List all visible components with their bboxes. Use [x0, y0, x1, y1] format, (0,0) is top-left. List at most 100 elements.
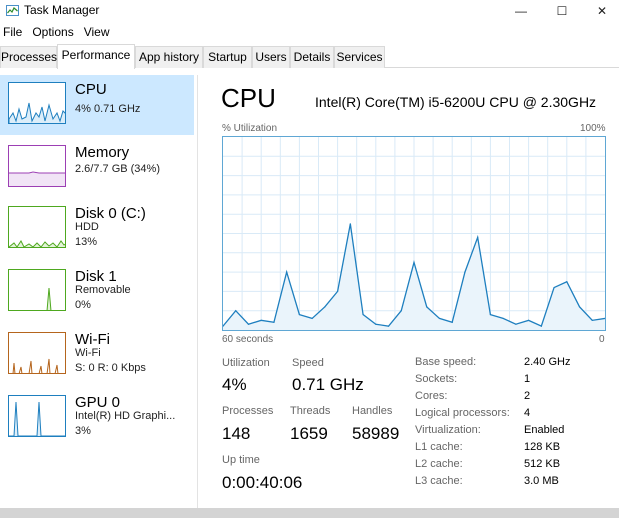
speed-value: 0.71 GHz [292, 375, 364, 394]
resource-name: Memory [75, 144, 130, 161]
cpu-data-point [566, 281, 568, 283]
spec-label: Cores: [415, 390, 448, 402]
cpu-data-point [528, 319, 530, 321]
cpu-data-point [235, 310, 237, 312]
tab-details[interactable]: Details [290, 46, 334, 68]
tab-processes[interactable]: Processes [0, 46, 57, 68]
cpu-data-point [591, 319, 593, 321]
resource-name: Wi-Fi [75, 331, 110, 348]
resource-disk-1[interactable]: Disk 1 Removable 0% [0, 262, 194, 322]
tab-startup[interactable]: Startup [203, 46, 252, 68]
resource-gpu-0[interactable]: GPU 0 Intel(R) HD Graphi... 3% [0, 388, 194, 448]
spec-label: L2 cache: [415, 458, 463, 470]
tab-users[interactable]: Users [252, 46, 290, 68]
disk0-thumbnail-graph [8, 206, 66, 248]
resource-detail: HDD [75, 221, 99, 233]
memory-thumbnail-graph [8, 145, 66, 187]
uptime-value: 0:00:40:06 [222, 473, 303, 492]
cpu-model-name: Intel(R) Core(TM) i5-6200U CPU @ 2.30GHz [315, 94, 597, 110]
handles-value: 58989 [352, 424, 400, 443]
cpu-data-point [489, 313, 491, 316]
graph-y-label: % Utilization [222, 123, 278, 134]
tab-performance[interactable]: Performance [57, 44, 135, 69]
processes-value: 148 [222, 424, 251, 443]
resource-name: GPU 0 [75, 394, 121, 411]
window-title: Task Manager [24, 3, 100, 17]
cpu-data-point [311, 317, 313, 320]
close-button[interactable]: ✕ [583, 0, 619, 22]
processes-label: Processes [222, 405, 274, 417]
spec-value: 512 KB [524, 458, 561, 470]
uptime-label: Up time [222, 454, 260, 466]
cpu-data-point [273, 321, 275, 323]
cpu-data-point [349, 223, 351, 225]
spec-value: Enabled [524, 424, 565, 436]
resource-detail: Wi-Fi [75, 347, 101, 359]
cpu-data-point [426, 306, 428, 308]
resource-disk-0[interactable]: Disk 0 (C:) HDD 13% [0, 199, 194, 259]
resource-detail: 0% [75, 299, 91, 311]
speed-label: Speed [292, 357, 324, 369]
cpu-data-point [286, 271, 288, 273]
resource-detail: 4% 0.71 GHz [75, 103, 141, 115]
menu-view[interactable]: View [79, 24, 115, 42]
title-bar: Task Manager — ☐ ✕ [0, 0, 619, 22]
tab-bar: Processes Performance App history Startu… [0, 44, 619, 69]
graph-x-label: 60 seconds [222, 334, 274, 345]
menu-file[interactable]: File [0, 24, 27, 42]
cpu-data-point [477, 236, 479, 238]
spec-label: L1 cache: [415, 441, 463, 453]
threads-value: 1659 [290, 424, 328, 443]
task-manager-icon [6, 5, 19, 16]
spec-value: 1 [524, 373, 531, 385]
disk1-thumbnail-graph [8, 269, 66, 311]
cpu-data-point [362, 313, 364, 316]
resource-detail: 13% [75, 236, 98, 248]
spec-label: Base speed: [415, 356, 477, 368]
graph-x-end-label: 0 [599, 334, 605, 345]
cpu-data-point [515, 323, 517, 325]
resource-name: Disk 0 (C:) [75, 205, 146, 222]
status-strip [0, 508, 619, 518]
minimize-button[interactable]: — [502, 0, 540, 22]
resource-cpu[interactable]: CPU 4% 0.71 GHz [0, 75, 194, 135]
utilization-value: 4% [222, 375, 247, 394]
cpu-utilization-chart [222, 137, 606, 330]
cpu-data-point [260, 319, 262, 321]
cpu-utilization-graph [222, 136, 606, 331]
menu-options[interactable]: Options [27, 24, 78, 42]
tab-app-history[interactable]: App history [135, 46, 203, 68]
spec-value: 3.0 MB [524, 475, 559, 487]
spec-value: 128 KB [524, 441, 561, 453]
tab-services[interactable]: Services [334, 46, 385, 68]
cpu-data-point [247, 323, 250, 325]
spec-label: Sockets: [415, 373, 458, 385]
graph-y-max-label: 100% [580, 123, 606, 134]
spec-value: 2 [524, 390, 531, 402]
resource-detail: 3% [75, 425, 91, 437]
spec-value: 2.40 GHz [524, 356, 571, 368]
resource-name: Disk 1 [75, 268, 117, 285]
cpu-data-point [324, 306, 326, 308]
cpu-data-point [540, 325, 542, 327]
resource-detail: Removable [75, 284, 131, 296]
resource-wifi[interactable]: Wi-Fi Wi-Fi S: 0 R: 0 Kbps [0, 325, 194, 385]
cpu-data-point [298, 313, 300, 316]
maximize-button[interactable]: ☐ [543, 0, 581, 22]
resource-detail: S: 0 R: 0 Kbps [75, 362, 146, 374]
spec-label: L3 cache: [415, 475, 463, 487]
threads-label: Threads [290, 405, 331, 417]
cpu-data-point [553, 286, 555, 289]
wifi-thumbnail-graph [8, 332, 66, 374]
page-title: CPU [221, 83, 276, 113]
handles-label: Handles [352, 405, 393, 417]
gpu-thumbnail-graph [8, 395, 66, 437]
cpu-data-point [400, 310, 402, 312]
resource-name: CPU [75, 81, 107, 98]
resource-memory[interactable]: Memory 2.6/7.7 GB (34%) [0, 138, 194, 198]
cpu-data-point [375, 323, 377, 325]
cpu-data-point [387, 325, 390, 327]
cpu-data-point [451, 321, 453, 323]
resource-detail: Intel(R) HD Graphi... [75, 410, 176, 422]
resource-detail: 2.6/7.7 GB (34%) [75, 163, 160, 175]
